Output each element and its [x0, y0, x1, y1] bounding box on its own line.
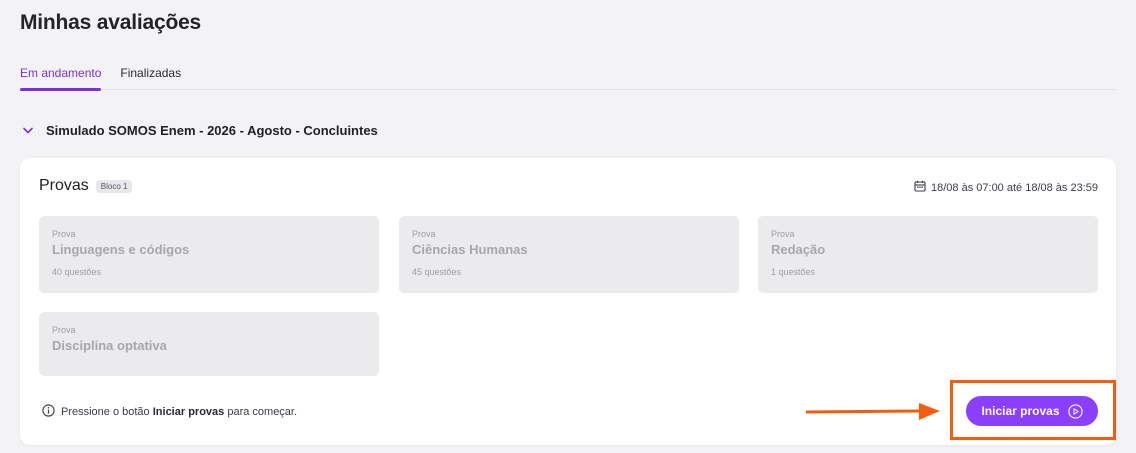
- exam-tile: Prova Disciplina optativa: [39, 312, 379, 376]
- tile-name: Ciências Humanas: [412, 242, 528, 257]
- tab-em-andamento[interactable]: Em andamento: [20, 58, 102, 91]
- tabs: Em andamento Finalizadas: [20, 58, 1116, 91]
- tab-finalizadas[interactable]: Finalizadas: [120, 58, 181, 90]
- block-badge: Bloco 1: [95, 179, 133, 193]
- tile-count: 45 questões: [412, 267, 462, 277]
- tile-kicker: Prova: [52, 229, 76, 239]
- exam-tile: Prova Redação 1 questões: [758, 216, 1098, 293]
- tile-kicker: Prova: [412, 229, 436, 239]
- tile-name: Linguagens e códigos: [52, 242, 190, 257]
- schedule-text: 18/08 às 07:00 até 18/08 às 23:59: [931, 181, 1098, 194]
- tile-name: Disciplina optativa: [52, 338, 167, 353]
- hint-text: Pressione o botão Iniciar provas para co…: [61, 406, 297, 418]
- tile-count: 40 questões: [52, 267, 102, 277]
- tile-kicker: Prova: [771, 229, 795, 239]
- card-title: Provas: [39, 177, 89, 194]
- start-hint: Pressione o botão Iniciar provas para co…: [42, 404, 297, 420]
- calendar-icon: [914, 180, 926, 195]
- tile-count: 1 questões: [771, 267, 816, 277]
- group-header[interactable]: Simulado SOMOS Enem - 2026 - Agosto - Co…: [22, 120, 378, 140]
- chevron-down-icon[interactable]: [22, 124, 34, 136]
- hint-prefix: Pressione o botão: [61, 406, 153, 418]
- schedule: 18/08 às 07:00 até 18/08 às 23:59: [914, 180, 1098, 195]
- card-header: Provas Bloco 1: [39, 177, 133, 195]
- exam-tile: Prova Ciências Humanas 45 questões: [399, 216, 739, 293]
- tile-kicker: Prova: [52, 325, 76, 335]
- hint-suffix: para começar.: [224, 406, 298, 418]
- page-title: Minhas avaliações: [20, 11, 202, 34]
- info-icon: [42, 404, 55, 420]
- exam-tile: Prova Linguagens e códigos 40 questões: [39, 216, 379, 293]
- tile-name: Redação: [771, 242, 826, 257]
- annotation-arrow-icon: [806, 403, 940, 420]
- hint-bold: Iniciar provas: [152, 406, 225, 418]
- annotation-highlight-box: [950, 380, 1116, 440]
- group-title: Simulado SOMOS Enem - 2026 - Agosto - Co…: [46, 122, 378, 138]
